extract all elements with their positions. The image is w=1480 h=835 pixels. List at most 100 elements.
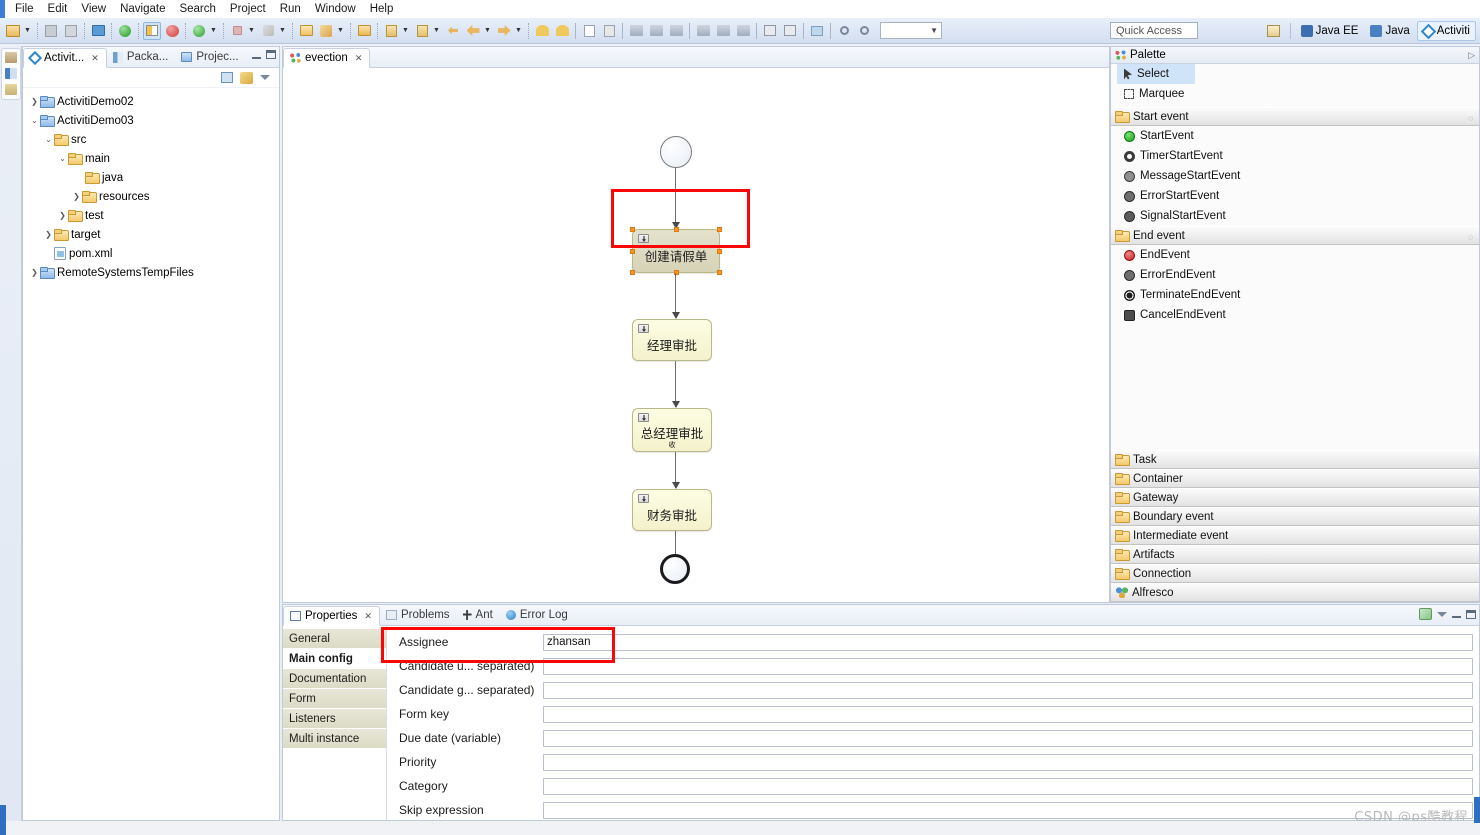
palette-tool-marquee[interactable]: Marquee xyxy=(1111,84,1479,104)
palette-drawer-end-event[interactable]: End event ◌ xyxy=(1111,226,1479,245)
new-class-dropdown-icon[interactable]: ▼ xyxy=(336,22,345,40)
tree-item-remotesystemstempfiles[interactable]: ❯ RemoteSystemsTempFiles xyxy=(23,263,279,282)
maximize-icon[interactable] xyxy=(1466,609,1476,619)
tab-ant[interactable]: Ant xyxy=(457,605,500,625)
skip-expression-input[interactable] xyxy=(543,801,1473,819)
menu-item-view[interactable]: View xyxy=(74,2,113,16)
export-image-icon[interactable] xyxy=(808,22,826,40)
minimize-icon[interactable] xyxy=(252,51,261,59)
undo-icon[interactable] xyxy=(533,22,551,40)
menu-item-help[interactable]: Help xyxy=(363,2,401,16)
side-tab-form[interactable]: Form xyxy=(283,689,386,709)
zoom-out-icon[interactable] xyxy=(855,22,873,40)
menu-item-search[interactable]: Search xyxy=(172,2,222,16)
quick-access-input[interactable]: Quick Access xyxy=(1110,22,1198,39)
palette-drawer-task[interactable]: Task xyxy=(1111,450,1479,469)
due-date-input[interactable] xyxy=(543,729,1473,747)
tree-item-main[interactable]: ⌄ main xyxy=(23,149,279,168)
align-middle-icon[interactable] xyxy=(714,22,732,40)
tree-item-pom-xml[interactable]: pom.xml xyxy=(23,244,279,263)
palette-drawer-alfresco[interactable]: Alfresco xyxy=(1111,583,1479,602)
tree-item-activitidemo03[interactable]: ⌄ ActivitiDemo03 xyxy=(23,111,279,130)
resize-handle-nw[interactable] xyxy=(630,227,635,232)
resize-handle-n[interactable] xyxy=(674,227,679,232)
close-icon[interactable]: ✕ xyxy=(364,611,372,622)
tab-properties[interactable]: Properties ✕ xyxy=(283,606,380,626)
side-tab-listeners[interactable]: Listeners xyxy=(283,709,386,729)
resize-handle-se[interactable] xyxy=(717,270,722,275)
palette-drawer-container[interactable]: Container xyxy=(1111,469,1479,488)
open-resource-icon[interactable] xyxy=(355,22,373,40)
forward-icon[interactable] xyxy=(495,22,513,40)
palette-item-startevent[interactable]: StartEvent xyxy=(1111,126,1479,146)
next-annotation-icon[interactable] xyxy=(382,22,400,40)
palette-item-timerstartevent[interactable]: TimerStartEvent xyxy=(1111,146,1479,166)
previous-annotation-icon[interactable] xyxy=(413,22,431,40)
tab-error-log[interactable]: Error Log xyxy=(500,605,575,625)
assignee-input[interactable]: zhansan xyxy=(543,633,1473,651)
tab-project-explorer[interactable]: Projec... xyxy=(175,47,245,67)
side-tab-general[interactable]: General xyxy=(283,629,386,649)
debug-icon[interactable] xyxy=(163,22,181,40)
chevron-right-icon[interactable]: ❯ xyxy=(43,230,54,239)
resize-handle-ne[interactable] xyxy=(717,227,722,232)
console-icon[interactable] xyxy=(89,22,107,40)
end-event[interactable] xyxy=(660,554,690,584)
zoom-level-combo[interactable]: ▼ xyxy=(880,22,942,39)
deploy-icon[interactable] xyxy=(116,22,134,40)
forward-dropdown-icon[interactable]: ▼ xyxy=(514,22,523,40)
next-annotation-dropdown-icon[interactable]: ▼ xyxy=(401,22,410,40)
chevron-down-icon[interactable]: ⌄ xyxy=(43,135,54,144)
category-input[interactable] xyxy=(543,777,1473,795)
resize-handle-e[interactable] xyxy=(717,249,722,254)
previous-annotation-dropdown-icon[interactable]: ▼ xyxy=(432,22,441,40)
align-left-icon[interactable] xyxy=(627,22,645,40)
palette-item-errorstartevent[interactable]: ErrorStartEvent xyxy=(1111,186,1479,206)
form-key-input[interactable] xyxy=(543,705,1473,723)
back-small-icon[interactable] xyxy=(444,22,462,40)
paste-icon[interactable] xyxy=(600,22,618,40)
menu-item-navigate[interactable]: Navigate xyxy=(113,2,172,16)
stop-dropdown-icon[interactable]: ▼ xyxy=(247,22,256,40)
package-explorer-fastview-icon[interactable] xyxy=(5,52,17,63)
tab-activiti-explorer[interactable]: Activit... ✕ xyxy=(23,48,107,68)
palette-tool-select[interactable]: Select xyxy=(1117,64,1195,84)
external-tools-dropdown-icon[interactable]: ▼ xyxy=(278,22,287,40)
view-menu-icon[interactable] xyxy=(260,75,270,80)
restore-icon[interactable] xyxy=(1419,608,1432,620)
palette-item-endevent[interactable]: EndEvent xyxy=(1111,245,1479,265)
perspective-java-ee[interactable]: Java EE xyxy=(1296,21,1364,41)
maximize-icon[interactable] xyxy=(266,50,276,59)
drawer-pin-icon[interactable]: ◌ xyxy=(1468,114,1473,123)
new-wizard-dropdown-icon[interactable]: ▼ xyxy=(23,22,32,40)
drawer-pin-icon[interactable]: ◌ xyxy=(1468,233,1473,242)
side-tab-main-config[interactable]: Main config xyxy=(283,649,386,669)
minimize-icon[interactable] xyxy=(1452,610,1461,618)
toggle-view-icon[interactable] xyxy=(143,21,161,40)
side-tab-documentation[interactable]: Documentation xyxy=(283,669,386,689)
menu-item-window[interactable]: Window xyxy=(308,2,363,16)
palette-drawer-boundary-event[interactable]: Boundary event xyxy=(1111,507,1479,526)
perspective-activiti[interactable]: Activiti xyxy=(1416,21,1476,41)
align-top-icon[interactable] xyxy=(694,22,712,40)
sequence-flow-1[interactable] xyxy=(675,168,676,228)
tree-item-target[interactable]: ❯ target xyxy=(23,225,279,244)
stop-icon[interactable] xyxy=(228,22,246,40)
close-icon[interactable]: ✕ xyxy=(355,53,363,64)
new-java-class-icon[interactable] xyxy=(317,22,335,40)
palette-drawer-intermediate-event[interactable]: Intermediate event xyxy=(1111,526,1479,545)
copy-icon[interactable] xyxy=(580,22,598,40)
link-editor-icon[interactable] xyxy=(240,71,253,84)
menu-item-edit[interactable]: Edit xyxy=(41,2,75,16)
resize-handle-w[interactable] xyxy=(630,249,635,254)
tree-item-java[interactable]: java xyxy=(23,168,279,187)
palette-item-terminateendevent[interactable]: TerminateEndEvent xyxy=(1111,285,1479,305)
resize-handle-sw[interactable] xyxy=(630,270,635,275)
palette-item-signalstartevent[interactable]: SignalStartEvent xyxy=(1111,206,1479,226)
zoom-in-icon[interactable] xyxy=(835,22,853,40)
chevron-down-icon[interactable]: ⌄ xyxy=(29,116,40,125)
align-bottom-icon[interactable] xyxy=(734,22,752,40)
palette-item-errorendevent[interactable]: ErrorEndEvent xyxy=(1111,265,1479,285)
tree-item-src[interactable]: ⌄ src xyxy=(23,130,279,149)
palette-collapse-icon[interactable]: ▷ xyxy=(1468,50,1475,61)
